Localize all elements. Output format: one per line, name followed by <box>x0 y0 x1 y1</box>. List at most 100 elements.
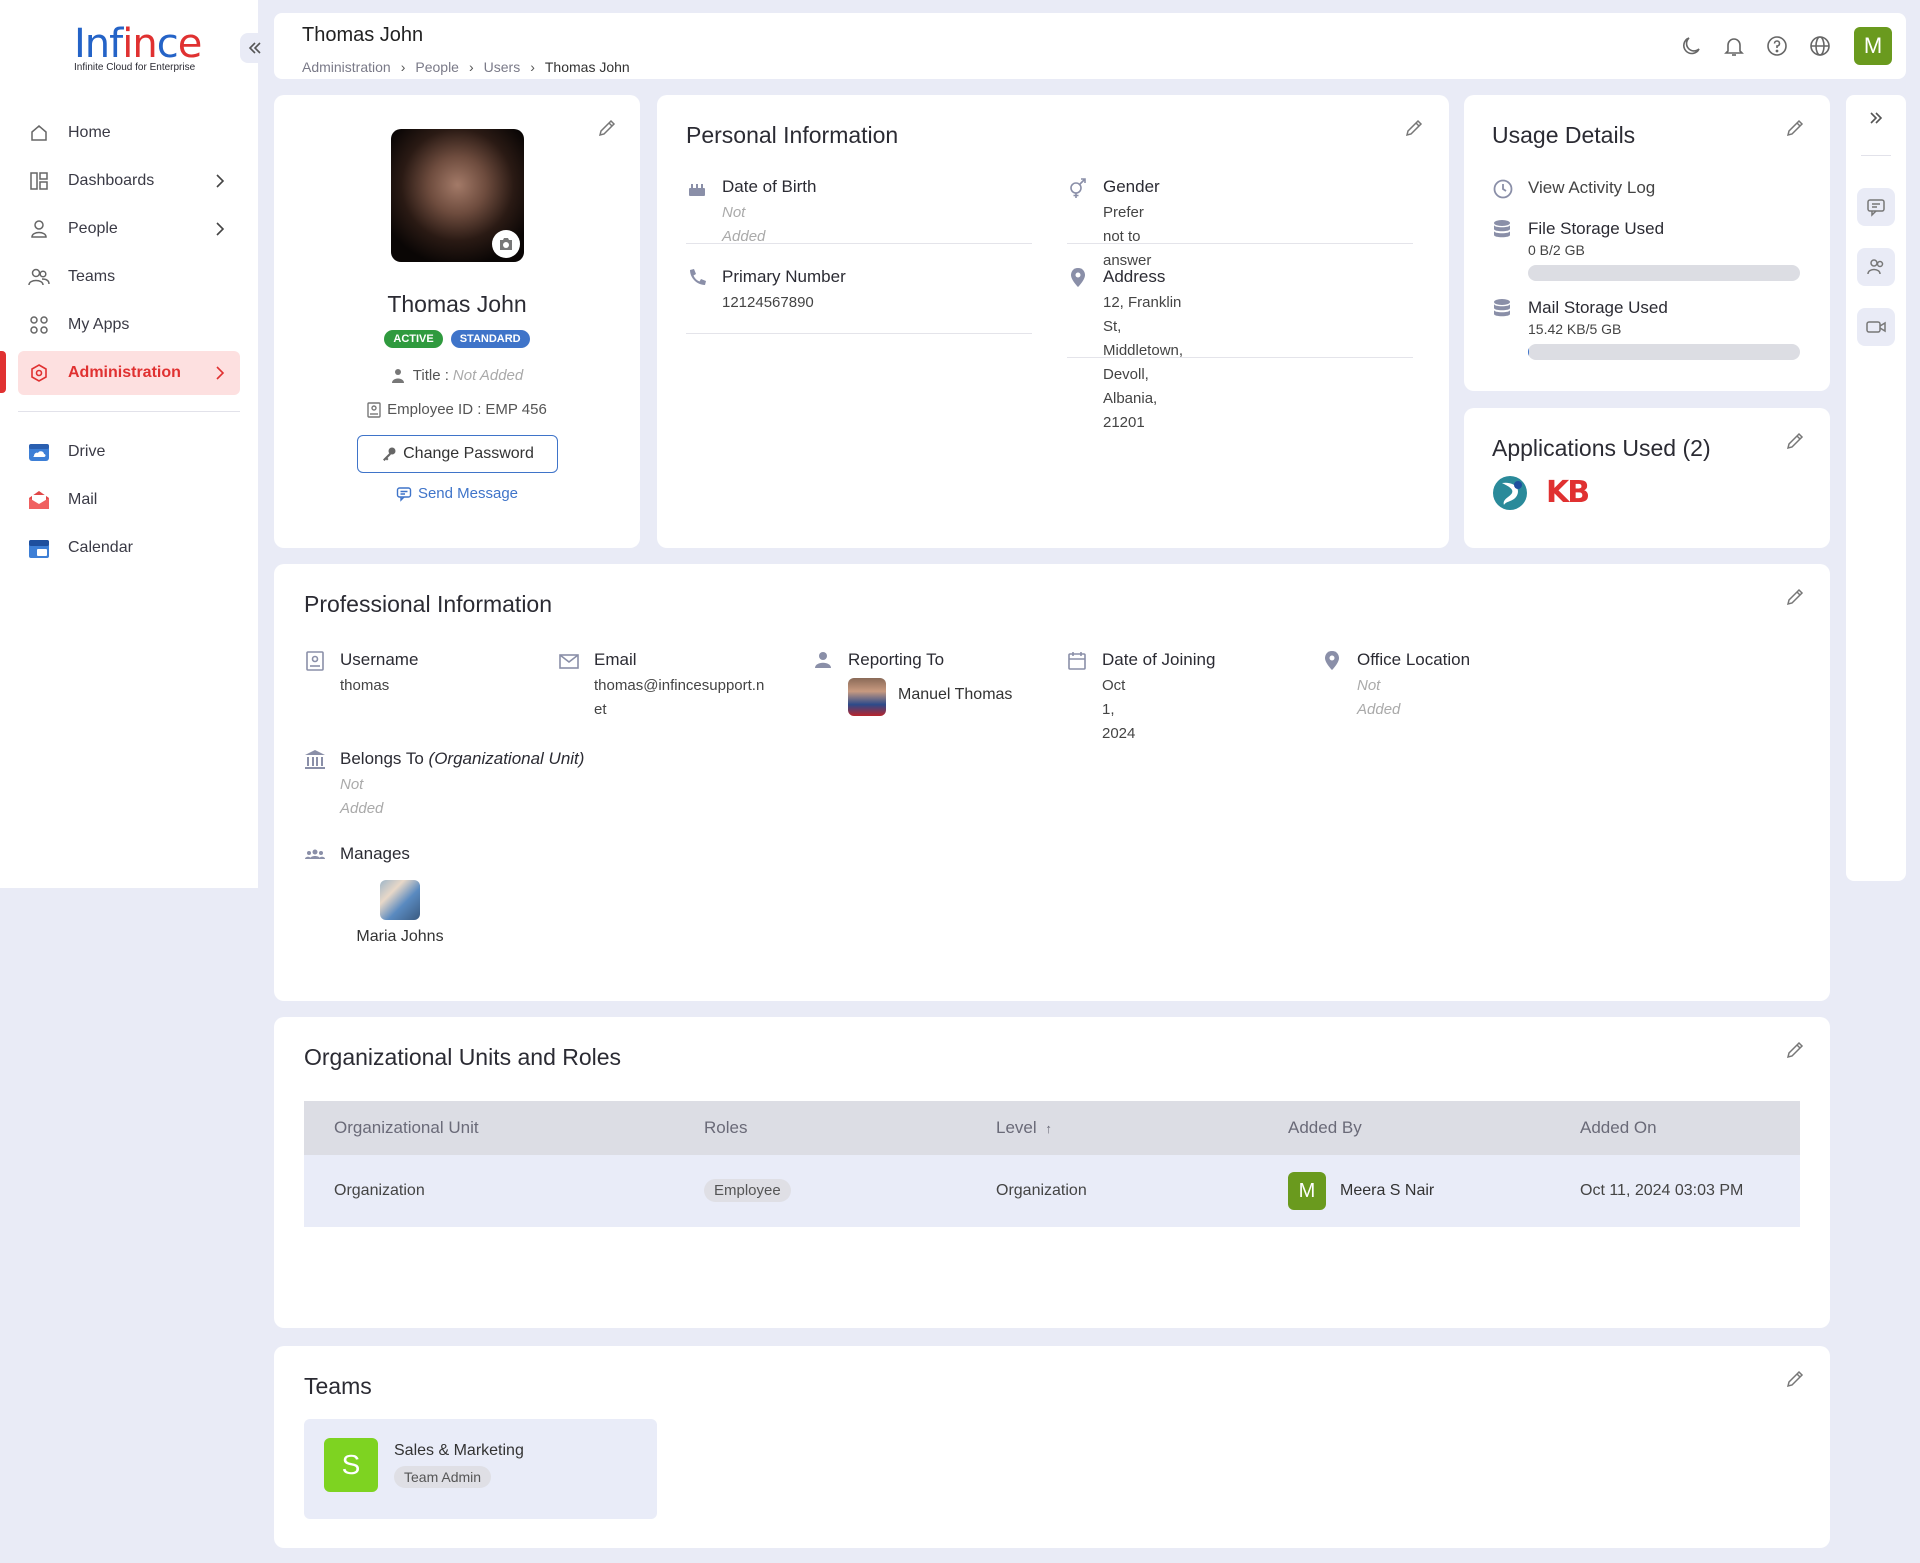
mail-storage-fill <box>1528 344 1529 360</box>
sidebar-item-label: My Apps <box>68 316 130 333</box>
sidebar-item-people[interactable]: People <box>18 207 240 251</box>
user-avatar[interactable]: M <box>1854 27 1892 65</box>
calendar-icon <box>28 537 50 559</box>
apps-icon <box>28 314 50 336</box>
column-level[interactable]: Level ↑ <box>996 1118 1052 1138</box>
date-of-joining-label: Date of Joining <box>1102 650 1216 669</box>
breadcrumb-administration[interactable]: Administration <box>302 59 391 75</box>
dark-mode-icon[interactable] <box>1677 32 1705 60</box>
belongs-to-label: Belongs To (Organizational Unit) <box>340 749 585 768</box>
primary-number-label: Primary Number <box>722 267 846 286</box>
mail-storage-value: 15.42 KB/5 GB <box>1528 321 1622 337</box>
id-card-icon <box>367 401 381 418</box>
kb-app-logo[interactable]: KB <box>1546 475 1590 510</box>
professional-information-heading: Professional Information <box>304 591 553 617</box>
teams-icon <box>28 266 50 288</box>
video-call-button[interactable] <box>1857 308 1895 346</box>
clock-icon <box>1493 179 1513 199</box>
change-photo-button[interactable] <box>492 230 520 258</box>
dashboard-icon <box>28 170 50 192</box>
double-chevron-right-icon <box>1870 112 1883 124</box>
chevron-right-icon <box>216 366 225 380</box>
collapse-sidebar-button[interactable] <box>240 33 270 63</box>
expand-rail-button[interactable] <box>1846 109 1906 132</box>
manages-value[interactable]: Maria Johns <box>310 928 490 946</box>
column-added-by[interactable]: Added By <box>1288 1118 1362 1138</box>
breadcrumb-people[interactable]: People <box>415 59 459 75</box>
key-icon <box>383 447 396 461</box>
added-by-name: Meera S Nair <box>1340 1182 1435 1199</box>
edit-pencil-icon[interactable] <box>1784 1039 1806 1061</box>
sidebar-item-home[interactable]: Home <box>18 111 240 155</box>
contacts-icon <box>1867 259 1884 275</box>
edit-pencil-icon[interactable] <box>1403 117 1425 139</box>
applications-used-heading: Applications Used (2) <box>1492 435 1711 461</box>
table-row[interactable]: Organization Employee Organization M Mee… <box>304 1155 1800 1227</box>
sidebar-item-dashboards[interactable]: Dashboards <box>18 159 240 203</box>
globe-icon[interactable] <box>1806 32 1834 60</box>
sidebar-item-my-apps[interactable]: My Apps <box>18 303 240 347</box>
username-value: thomas <box>340 677 390 694</box>
team-avatar: S <box>324 1438 378 1492</box>
manager-avatar[interactable] <box>848 678 886 716</box>
column-added-on[interactable]: Added On <box>1580 1118 1657 1138</box>
address-value: 12, Franklin St, Middletown, Devoll, Alb… <box>1103 291 1183 435</box>
double-chevron-left-icon <box>248 42 261 54</box>
edit-pencil-icon[interactable] <box>596 117 618 139</box>
video-camera-icon <box>1866 321 1886 333</box>
organizational-units-heading: Organizational Units and Roles <box>304 1044 622 1070</box>
sidebar-item-calendar[interactable]: Calendar <box>18 526 240 570</box>
managed-user-avatar[interactable] <box>380 880 420 920</box>
profile-photo <box>391 129 524 262</box>
infince-logo[interactable]: Infince Infinite Cloud for Enterprise <box>74 24 202 74</box>
manages-label: Manages <box>340 844 410 863</box>
sidebar-item-mail[interactable]: Mail <box>18 478 240 522</box>
calendar-icon <box>1068 652 1086 670</box>
divider <box>686 243 1032 244</box>
team-item[interactable]: S Sales & Marketing Team Admin <box>304 1419 657 1519</box>
sidebar-item-administration[interactable]: Administration <box>18 351 240 395</box>
email-line-1: thomas@infincesupport.n <box>594 677 765 694</box>
edit-pencil-icon[interactable] <box>1784 117 1806 139</box>
sidebar-item-drive[interactable]: Drive <box>18 430 240 474</box>
contacts-button[interactable] <box>1857 248 1895 286</box>
personal-information-card: Personal Information Date of Birth Not A… <box>657 95 1449 548</box>
help-icon[interactable] <box>1763 32 1791 60</box>
gender-label: Gender <box>1103 177 1160 196</box>
office-location-label: Office Location <box>1357 650 1471 669</box>
date-of-birth-label: Date of Birth <box>722 177 817 196</box>
column-roles[interactable]: Roles <box>704 1118 747 1138</box>
cell-roles: Employee <box>704 1179 791 1202</box>
page-header: Thomas John Administration › People › Us… <box>274 13 1906 79</box>
sidebar-item-teams[interactable]: Teams <box>18 255 240 299</box>
breadcrumb-users[interactable]: Users <box>484 59 521 75</box>
chat-button[interactable] <box>1857 188 1895 226</box>
send-message-link[interactable]: Send Message <box>274 485 640 502</box>
breadcrumb-current: Thomas John <box>544 59 630 75</box>
nav-divider <box>18 411 240 412</box>
file-storage-value: 0 B/2 GB <box>1528 242 1585 258</box>
date-of-birth-value: Not Added <box>722 204 766 245</box>
gender-value: Prefer not to answer <box>1103 204 1152 269</box>
reporting-to-value[interactable]: Manuel Thomas <box>898 686 1012 704</box>
edit-pencil-icon[interactable] <box>1784 430 1806 452</box>
sort-ascending-icon: ↑ <box>1045 1121 1052 1136</box>
cell-added-on: Oct 11, 2024 03:03 PM <box>1580 1182 1744 1199</box>
teams-card: Teams S Sales & Marketing Team Admin <box>274 1346 1830 1548</box>
team-role-badge: Team Admin <box>394 1466 492 1488</box>
sidebar-item-label: People <box>68 220 118 237</box>
title-value: Not Added <box>452 367 524 384</box>
home-icon <box>28 122 50 144</box>
change-password-button[interactable]: Change Password <box>357 435 558 473</box>
column-organizational-unit[interactable]: Organizational Unit <box>334 1118 479 1138</box>
plan-badge: STANDARD <box>450 330 530 348</box>
app-logo-icon[interactable] <box>1492 475 1528 511</box>
edit-pencil-icon[interactable] <box>1784 586 1806 608</box>
id-card-icon <box>306 651 324 671</box>
role-chip: Employee <box>704 1179 791 1202</box>
notification-bell-icon[interactable] <box>1720 32 1748 60</box>
username-label: Username <box>340 650 419 669</box>
edit-pencil-icon[interactable] <box>1784 1368 1806 1390</box>
belongs-to-value: Not Added <box>340 776 384 817</box>
person-icon <box>28 218 50 240</box>
